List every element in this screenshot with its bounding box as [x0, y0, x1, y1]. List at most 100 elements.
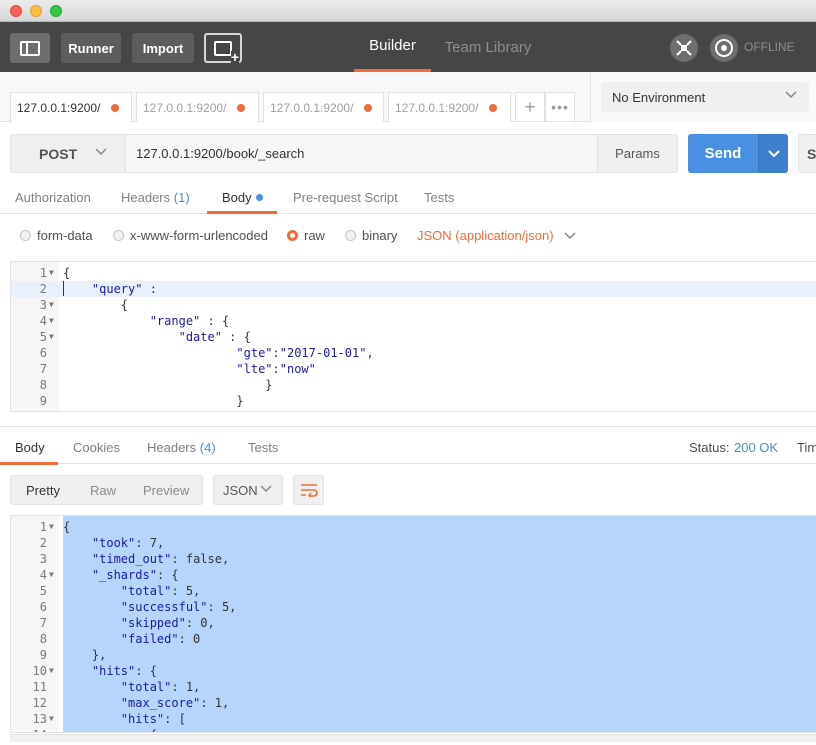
minimize-window-button[interactable]: [30, 5, 42, 17]
code-line: 4 ▼ "range" : {: [11, 313, 816, 329]
view-raw-button[interactable]: Raw: [90, 483, 116, 498]
request-tab-label: 127.0.0.1:9200/: [395, 100, 479, 115]
environment-select[interactable]: No Environment: [601, 82, 809, 112]
new-tab-button[interactable]: +: [515, 92, 545, 122]
sync-status-button[interactable]: [710, 34, 738, 62]
request-tab[interactable]: 127.0.0.1:9200/: [388, 92, 511, 122]
code-line: 10 ▼ "hits": {: [11, 663, 816, 679]
code-text: }: [63, 394, 244, 408]
tab-builder[interactable]: Builder: [354, 22, 431, 72]
request-tab-label: 127.0.0.1:9200/: [270, 100, 354, 115]
tab-authorization[interactable]: Authorization: [15, 190, 91, 205]
code-line: 10 }: [11, 409, 816, 411]
new-window-icon: [214, 40, 239, 63]
content-type-select[interactable]: JSON (application/json): [417, 228, 576, 243]
view-pretty-button[interactable]: Pretty: [26, 483, 60, 498]
window-titlebar: [0, 0, 816, 22]
tab-team-library[interactable]: Team Library: [436, 22, 540, 72]
code-line: 6 "successful": 5,: [11, 599, 816, 615]
fold-arrow-icon[interactable]: ▼: [49, 663, 54, 679]
radio-urlencoded[interactable]: x-www-form-urlencoded: [113, 228, 268, 243]
code-line: 5 ▼ "date" : {: [11, 329, 816, 345]
params-button[interactable]: Params: [597, 134, 678, 173]
line-number: 5: [39, 584, 47, 598]
fold-arrow-icon[interactable]: ▼: [49, 519, 54, 535]
code-line: 6 "gte":"2017-01-01",: [11, 345, 816, 361]
send-options-button[interactable]: [758, 134, 788, 173]
radio-circle: [345, 230, 356, 241]
fold-arrow-icon[interactable]: ▼: [49, 265, 54, 281]
request-body-editor[interactable]: 1 ▼{2 "query" :3 ▼ {4 ▼ "range" : {5 ▼ "date…: [10, 261, 816, 412]
fold-arrow-icon[interactable]: ▼: [49, 567, 54, 583]
view-mode-segmented: Pretty Raw Preview: [10, 475, 203, 505]
tab-test-results[interactable]: Tests: [248, 440, 278, 455]
code-text: "hits": {: [91, 664, 157, 678]
tab-headers[interactable]: Headers (1): [121, 190, 190, 205]
code-line: 12 "max_score": 1,: [11, 695, 816, 711]
line-number: 8: [39, 632, 47, 646]
line-number: 6: [39, 346, 47, 360]
code-text: {: [63, 520, 71, 534]
tab-cookies[interactable]: Cookies: [73, 440, 120, 455]
interceptor-button[interactable]: [670, 34, 698, 62]
sidebar-icon: [20, 40, 40, 56]
wrap-lines-icon: [300, 484, 318, 497]
radio-urlencoded-label: x-www-form-urlencoded: [130, 228, 268, 243]
offline-status: OFFLINE: [744, 40, 795, 54]
tab-body[interactable]: Body: [222, 190, 263, 205]
line-number: 7: [39, 362, 47, 376]
line-number: 7: [39, 616, 47, 630]
import-button[interactable]: Import: [132, 33, 194, 63]
request-tab[interactable]: 127.0.0.1:9200/: [10, 92, 132, 123]
radio-binary[interactable]: binary: [345, 228, 397, 243]
response-format-select[interactable]: JSON: [213, 475, 283, 505]
tab-more-button[interactable]: •••: [545, 92, 575, 122]
save-button[interactable]: S: [798, 134, 816, 173]
line-number: 13: [32, 712, 47, 726]
fold-arrow-icon[interactable]: ▼: [49, 297, 54, 313]
response-body-viewer[interactable]: 1 ▼{2 "took": 7, 3 "timed_out": false, 4 ▼ "…: [10, 515, 816, 733]
line-number: 14: [11, 727, 47, 732]
radio-form-data[interactable]: form-data: [20, 228, 93, 243]
line-number: 3: [39, 552, 47, 566]
line-number: 8: [39, 378, 47, 392]
runner-button[interactable]: Runner: [61, 33, 121, 63]
fold-arrow-icon[interactable]: ▼: [49, 711, 54, 727]
view-preview-button[interactable]: Preview: [143, 483, 189, 498]
close-window-button[interactable]: [10, 5, 22, 17]
toggle-sidebar-button[interactable]: [10, 33, 50, 63]
request-tab[interactable]: 127.0.0.1:9200/: [263, 92, 384, 122]
fold-arrow-icon[interactable]: ▼: [49, 727, 54, 732]
tab-tests[interactable]: Tests: [424, 190, 454, 205]
code-text: "total": 1,: [120, 680, 201, 694]
send-button[interactable]: Send: [688, 134, 758, 173]
code-text: },: [63, 648, 107, 662]
code-text: "_shards": {: [91, 568, 179, 582]
radio-raw[interactable]: raw: [287, 228, 325, 243]
code-line: 8 "failed": 0: [11, 631, 816, 647]
request-tab[interactable]: 127.0.0.1:9200/: [136, 92, 259, 122]
unsaved-dot: [489, 103, 497, 112]
radio-circle: [113, 230, 124, 241]
text-cursor: [63, 281, 64, 296]
headers-count: (1): [173, 190, 190, 205]
chevron-down-icon: [767, 149, 780, 157]
chevron-down-icon: [95, 148, 107, 156]
code-line: 3 ▼ {: [11, 297, 816, 313]
new-window-button[interactable]: [204, 33, 242, 63]
tab-response-body[interactable]: Body: [15, 440, 45, 455]
line-number: 10: [11, 409, 47, 411]
tab-prerequest-script[interactable]: Pre-request Script: [293, 190, 398, 205]
chevron-down-icon: [564, 231, 576, 239]
url-input[interactable]: 127.0.0.1:9200/book/_search: [126, 134, 598, 173]
chevron-down-icon: [785, 91, 797, 99]
code-line: 3 "timed_out": false,: [11, 551, 816, 567]
method-select[interactable]: POST: [10, 134, 126, 173]
wrap-lines-button[interactable]: [293, 475, 324, 505]
tab-response-headers[interactable]: Headers (4): [147, 440, 216, 455]
status-label: Status:: [689, 440, 730, 455]
horizontal-scrollbar[interactable]: [10, 734, 816, 742]
zoom-window-button[interactable]: [50, 5, 62, 17]
fold-arrow-icon[interactable]: ▼: [49, 313, 54, 329]
fold-arrow-icon[interactable]: ▼: [49, 329, 54, 345]
